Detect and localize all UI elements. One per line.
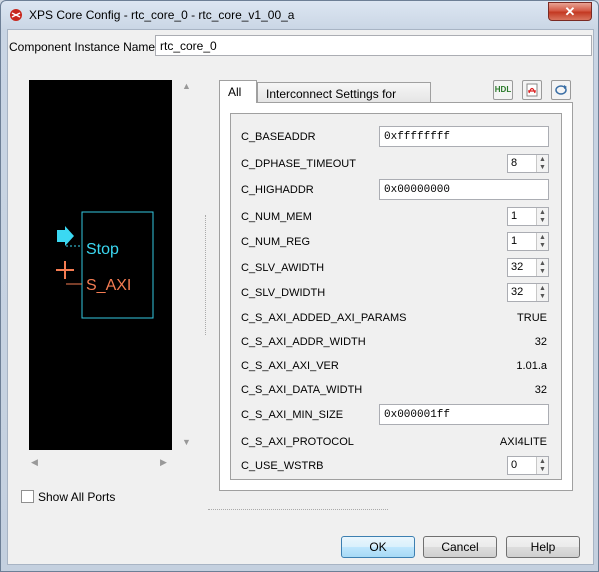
pdf-icon [526,83,538,97]
param-label: C_BASEADDR [241,131,316,143]
param-spinner-value[interactable]: 1 [511,235,517,247]
spinner-buttons[interactable]: ▲ ▼ [536,233,548,250]
param-static-value: 32 [534,336,547,348]
param-text-input[interactable] [379,179,549,200]
param-spinner-value[interactable]: 32 [511,261,523,273]
tab-all[interactable]: All [219,80,257,103]
param-label: C_NUM_MEM [241,211,312,223]
window-title: XPS Core Config - rtc_core_0 - rtc_core_… [29,8,295,22]
param-label: C_DPHASE_TIMEOUT [241,158,356,170]
preview-horizontal-scrollbar[interactable]: ◀ ▶ [29,457,172,469]
param-text-input[interactable] [379,126,549,147]
param-label: C_SLV_DWIDTH [241,287,326,299]
param-spinner[interactable]: 0 ▲ ▼ [507,456,549,475]
dialog-body: Component Instance Name Stop S_AXI ▲ ▼ ◀… [7,29,594,565]
hdl-icon: HDL [494,85,512,94]
param-static-value: 1.01.a [516,360,547,372]
param-spinner[interactable]: 1 ▲ ▼ [507,207,549,226]
spin-down-icon[interactable]: ▼ [539,164,546,171]
hdl-button[interactable]: HDL [493,80,513,100]
show-all-ports-checkbox[interactable] [21,490,34,503]
close-icon: ✕ [564,4,576,19]
param-label: C_S_AXI_ADDR_WIDTH [241,336,366,348]
spinner-buttons[interactable]: ▲ ▼ [536,155,548,172]
param-label: C_SLV_AWIDTH [241,262,325,274]
param-static-value: TRUE [517,312,547,324]
param-spinner-value[interactable]: 0 [511,459,517,471]
block-preview: Stop S_AXI [29,80,172,450]
resize-grip[interactable] [208,509,388,510]
param-spinner[interactable]: 32 ▲ ▼ [507,258,549,277]
pdf-button[interactable] [522,80,542,100]
spin-down-icon[interactable]: ▼ [539,293,546,300]
param-label: C_USE_WSTRB [241,460,324,472]
param-label: C_HIGHADDR [241,184,314,196]
param-spinner-value[interactable]: 32 [511,286,523,298]
spinner-buttons[interactable]: ▲ ▼ [536,259,548,276]
show-all-ports-label: Show All Ports [38,490,116,504]
preview-vertical-scrollbar[interactable]: ▲ ▼ [180,80,192,450]
spin-up-icon[interactable]: ▲ [539,234,546,241]
help-button[interactable]: Help [506,536,580,558]
spin-up-icon[interactable]: ▲ [539,458,546,465]
param-label: C_S_AXI_AXI_VER [241,360,339,372]
spinner-buttons[interactable]: ▲ ▼ [536,208,548,225]
app-icon [10,9,22,21]
param-spinner[interactable]: 32 ▲ ▼ [507,283,549,302]
close-button[interactable]: ✕ [548,2,592,21]
xps-core-config-dialog: XPS Core Config - rtc_core_0 - rtc_core_… [0,0,599,572]
scroll-up-icon[interactable]: ▲ [182,82,191,91]
spin-down-icon[interactable]: ▼ [539,466,546,473]
param-label: C_S_AXI_MIN_SIZE [241,409,344,421]
scroll-left-icon[interactable]: ◀ [31,458,38,467]
param-spinner-value[interactable]: 1 [511,210,517,222]
param-label: C_S_AXI_PROTOCOL [241,436,354,448]
spin-up-icon[interactable]: ▲ [539,260,546,267]
spinner-buttons[interactable]: ▲ ▼ [536,284,548,301]
spin-up-icon[interactable]: ▲ [539,209,546,216]
tab-interconnect-settings[interactable]: Interconnect Settings for BUSIF [257,82,431,115]
tab-content-panel: C_BASEADDRC_DPHASE_TIMEOUT8▲▼C_HIGHADDRC… [219,102,573,491]
param-spinner[interactable]: 8 ▲ ▼ [507,154,549,173]
scroll-right-icon[interactable]: ▶ [160,458,167,467]
param-text-input[interactable] [379,404,549,425]
splitter-handle[interactable] [205,215,206,335]
param-label: C_S_AXI_ADDED_AXI_PARAMS [241,312,407,324]
param-static-value: 32 [534,384,547,396]
spin-down-icon[interactable]: ▼ [539,242,546,249]
param-spinner-value[interactable]: 8 [511,157,517,169]
param-spinner[interactable]: 1 ▲ ▼ [507,232,549,251]
stop-port-arrow-icon [57,226,74,246]
ok-button[interactable]: OK [341,536,415,558]
param-label: C_S_AXI_DATA_WIDTH [241,384,363,396]
spin-up-icon[interactable]: ▲ [539,156,546,163]
param-label: C_NUM_REG [241,236,311,248]
cancel-button[interactable]: Cancel [423,536,497,558]
spinner-buttons[interactable]: ▲ ▼ [536,457,548,474]
scroll-down-icon[interactable]: ▼ [182,438,191,447]
spin-down-icon[interactable]: ▼ [539,268,546,275]
component-instance-label: Component Instance Name [9,40,156,54]
param-static-value: AXI4LITE [499,436,547,448]
component-instance-input[interactable] [155,35,592,56]
spin-up-icon[interactable]: ▲ [539,285,546,292]
tab-all-label: All [228,85,242,99]
parameter-list: C_BASEADDRC_DPHASE_TIMEOUT8▲▼C_HIGHADDRC… [230,113,562,480]
refresh-button[interactable] [551,80,571,100]
port-label-stop: Stop [86,241,119,258]
port-label-s-axi: S_AXI [86,277,131,294]
spin-down-icon[interactable]: ▼ [539,217,546,224]
s-axi-port-plus-icon [56,261,74,279]
block-diagram: Stop S_AXI [56,211,154,319]
ip-block [81,211,154,319]
title-bar[interactable]: XPS Core Config - rtc_core_0 - rtc_core_… [1,1,598,29]
refresh-icon [555,85,567,95]
